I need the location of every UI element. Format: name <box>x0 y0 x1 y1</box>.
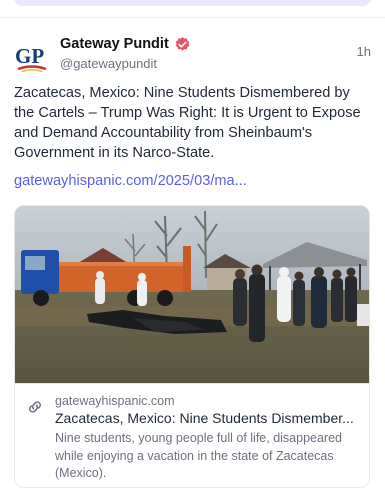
preview-description: Nine students, young people full of life… <box>55 431 342 480</box>
post-link[interactable]: gatewayhispanic.com/2025/03/ma... <box>14 173 247 189</box>
previous-post-card <box>14 0 371 6</box>
preview-image[interactable] <box>15 206 369 383</box>
post-text: Zacatecas, Mexico: Nine Students Dismemb… <box>14 85 361 161</box>
author-block[interactable]: Gateway Pundit @gatewaypundit <box>60 34 191 71</box>
post-timestamp[interactable]: 1h <box>357 44 371 59</box>
preview-title[interactable]: Zacatecas, Mexico: Nine Students Dismemb… <box>55 410 361 426</box>
preview-domain: gatewayhispanic.com <box>55 394 175 408</box>
link-icon <box>26 398 44 416</box>
previous-post-edge <box>0 0 385 16</box>
avatar[interactable]: GP <box>14 38 50 74</box>
verified-badge-icon <box>174 36 191 53</box>
author-name[interactable]: Gateway Pundit <box>60 36 169 52</box>
preview-meta[interactable]: gatewayhispanic.com Zacatecas, Mexico: N… <box>15 383 369 487</box>
author-handle[interactable]: @gatewaypundit <box>60 56 191 71</box>
link-preview-card[interactable]: gatewayhispanic.com Zacatecas, Mexico: N… <box>14 205 370 488</box>
svg-text:GP: GP <box>15 44 44 68</box>
post[interactable]: GP Gateway Pundit @gatewaypundit 1h Zaca… <box>0 18 385 500</box>
